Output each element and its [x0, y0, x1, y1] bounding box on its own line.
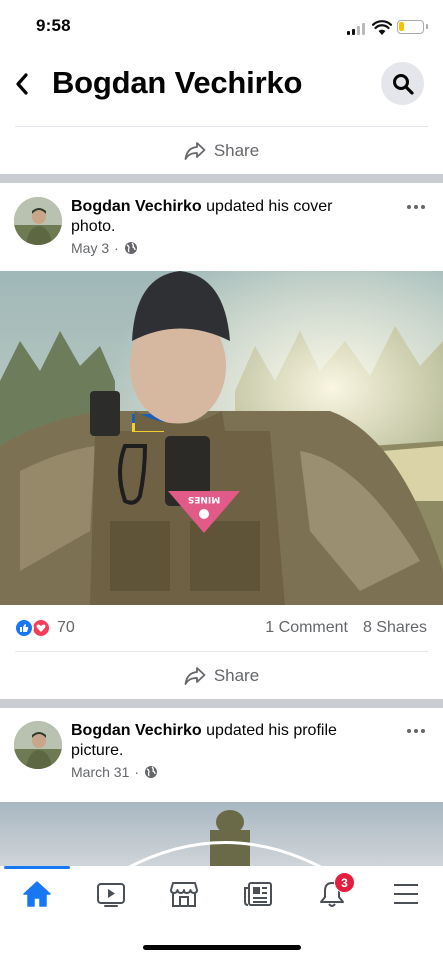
- love-reaction-icon: [31, 618, 51, 638]
- section-separator: [0, 174, 443, 183]
- post-header: Bogdan Vechirko updated his profile pict…: [0, 721, 443, 793]
- section-separator: [0, 699, 443, 708]
- more-options-button[interactable]: [407, 199, 429, 215]
- share-button[interactable]: Share: [0, 653, 443, 699]
- post-text: Bogdan Vechirko updated his profile pict…: [71, 721, 371, 761]
- avatar[interactable]: [14, 721, 62, 769]
- notification-badge: 3: [334, 872, 355, 893]
- search-button[interactable]: [381, 62, 424, 105]
- author-name[interactable]: Bogdan Vechirko: [71, 198, 202, 215]
- reactions-summary[interactable]: [14, 618, 54, 638]
- share-arrow-icon: [184, 142, 206, 160]
- nav-home[interactable]: [12, 876, 62, 912]
- meta-separator: ·: [134, 764, 140, 780]
- avatar-image: [14, 721, 62, 769]
- reaction-count[interactable]: 70: [57, 619, 75, 637]
- active-tab-indicator: [4, 866, 70, 869]
- home-indicator[interactable]: [143, 945, 301, 950]
- marketplace-icon: [170, 882, 198, 907]
- back-button[interactable]: [10, 69, 34, 99]
- more-options-button[interactable]: [407, 723, 429, 739]
- profile-photo-image: [0, 802, 443, 868]
- post-header: Bogdan Vechirko updated his cover photo.…: [0, 197, 443, 269]
- nav-news[interactable]: [233, 876, 283, 912]
- divider: [15, 126, 428, 127]
- share-arrow-icon: [184, 667, 206, 685]
- nav-marketplace[interactable]: [159, 876, 209, 912]
- share-button[interactable]: Share: [0, 128, 443, 174]
- status-time: 9:58: [36, 16, 71, 35]
- cellular-signal-icon: [347, 23, 367, 35]
- cover-photo-image: MINES: [0, 271, 443, 605]
- search-icon: [392, 73, 414, 95]
- nav-menu[interactable]: [381, 876, 431, 912]
- battery-icon: [397, 20, 428, 34]
- share-label: Share: [213, 141, 260, 160]
- post-meta: March 31 ·: [71, 764, 158, 780]
- page-title: Bogdan Vechirko: [52, 65, 303, 100]
- post-meta: May 3 ·: [71, 240, 138, 256]
- meta-separator: ·: [114, 240, 119, 256]
- avatar-image: [14, 197, 62, 245]
- status-bar: 9:58: [0, 0, 443, 52]
- back-chevron-icon: [16, 73, 28, 95]
- nav-video[interactable]: [86, 876, 136, 912]
- post-date[interactable]: May 3: [71, 240, 109, 256]
- author-name[interactable]: Bogdan Vechirko: [71, 722, 202, 739]
- wifi-icon: [372, 20, 392, 35]
- like-reaction-icon: [14, 618, 34, 638]
- news-icon: [244, 882, 272, 906]
- shares-count[interactable]: 8 Shares: [363, 619, 427, 637]
- divider: [15, 651, 428, 652]
- menu-icon: [394, 884, 418, 904]
- globe-icon: [145, 766, 158, 778]
- reactions-row: 70 1 Comment 8 Shares: [0, 612, 443, 644]
- share-label: Share: [213, 666, 260, 685]
- patch-text: MINES: [188, 494, 220, 504]
- avatar[interactable]: [14, 197, 62, 245]
- profile-header: Bogdan Vechirko: [0, 52, 443, 126]
- profile-photo[interactable]: [0, 802, 443, 868]
- globe-icon: [124, 242, 137, 254]
- comments-count[interactable]: 1 Comment: [265, 619, 348, 637]
- home-icon: [23, 881, 51, 907]
- post-date[interactable]: March 31: [71, 764, 129, 780]
- post-text: Bogdan Vechirko updated his cover photo.: [71, 197, 371, 237]
- cover-photo[interactable]: MINES: [0, 271, 443, 605]
- video-icon: [97, 883, 125, 907]
